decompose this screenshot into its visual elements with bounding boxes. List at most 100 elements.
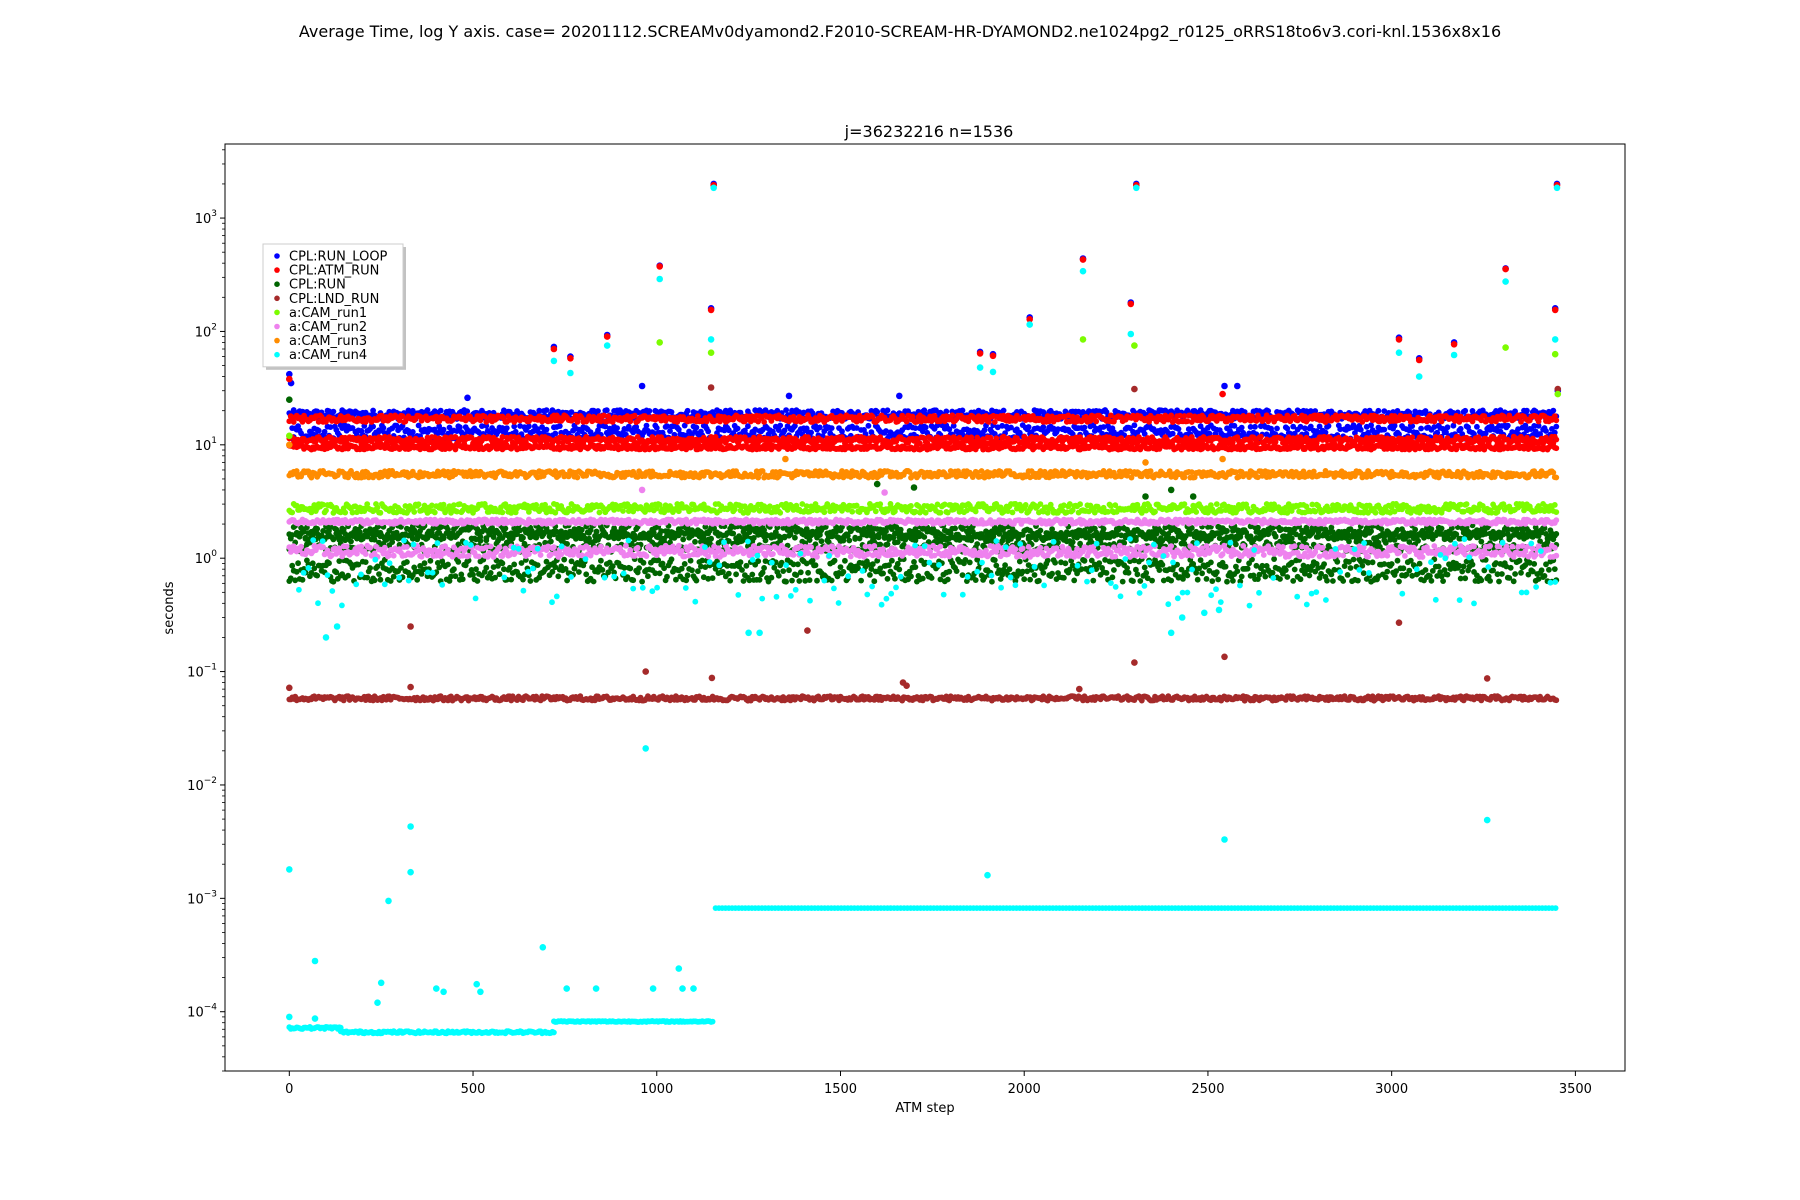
outlier-point [1079,256,1087,263]
data-point [749,571,756,578]
outlier-point [976,350,984,357]
data-point [761,419,767,425]
data-point [880,570,886,577]
data-point [1141,564,1148,571]
data-point [1061,574,1067,581]
data-point [884,575,891,582]
data-point [1238,424,1245,431]
data-point [1553,445,1560,452]
outlier-point [707,306,715,314]
data-point [445,561,451,568]
data-point [1469,418,1476,425]
outlier-point [1395,336,1403,343]
data-point [321,428,328,435]
data-point [1125,569,1132,576]
data-point [451,566,457,573]
data-point [1169,430,1176,437]
data-point [1357,426,1364,433]
data-point [1036,577,1042,584]
data-point [739,567,745,573]
data-point [668,556,675,563]
data-point [645,573,651,580]
data-point [1553,423,1560,430]
data-point [520,576,526,583]
data-point [1000,407,1007,414]
data-point [314,572,321,579]
data-point [684,572,691,579]
data-point [404,559,410,565]
data-point [734,425,741,432]
data-point [1524,407,1530,414]
data-point [380,424,387,431]
data-point [755,558,762,565]
data-point [1474,423,1480,430]
data-point [705,428,712,435]
data-point [496,571,503,578]
data-point [840,569,847,575]
data-point [595,408,601,414]
data-point [959,572,966,578]
data-point [814,577,820,584]
data-point [1071,577,1078,584]
outlier-point [1415,356,1423,364]
data-point [326,560,332,567]
data-point [1040,569,1047,576]
data-point [668,409,675,415]
data-point [376,571,382,577]
data-point [828,425,835,431]
data-point [1175,426,1182,432]
data-point [1368,422,1374,429]
data-point [684,407,691,414]
outlier-point [989,352,997,360]
data-point [966,559,973,566]
data-point [1016,558,1023,565]
data-point [437,407,444,414]
data-point [483,564,490,571]
data-point [487,570,494,576]
data-point [630,577,637,584]
data-point [695,413,701,419]
outlier-point [286,375,293,383]
data-point [1021,576,1028,583]
outlier-point [603,333,611,340]
data-point [1438,418,1445,425]
data-point [817,424,823,431]
data-point [922,424,929,431]
data-point [289,562,296,569]
figure-suptitle: Average Time, log Y axis. case= 20201112… [299,22,1501,42]
data-point [1025,424,1032,430]
data-point [806,577,813,583]
data-point [687,557,694,564]
data-point [371,577,378,584]
data-point [1103,570,1110,576]
data-point [944,576,951,583]
data-point [1090,577,1097,584]
data-point [1197,557,1204,564]
outlier-point [1551,306,1559,314]
data-point [299,576,306,583]
data-point [869,413,876,420]
data-point [1027,576,1033,583]
data-point [614,425,620,431]
data-point [783,407,789,413]
data-point [511,561,518,568]
data-point [871,578,878,585]
data-point [812,562,819,569]
data-point [796,578,803,584]
chart-figure: Average Time, log Y axis. case= 20201112… [0,0,1800,1200]
data-point [896,566,903,573]
data-point [1062,560,1069,567]
data-point [345,572,351,579]
data-point [683,577,690,584]
data-point [761,565,767,571]
data-point [1119,578,1126,585]
data-point [664,573,670,580]
data-point [1462,407,1469,414]
data-point [1002,562,1008,569]
data-point [1149,577,1155,584]
data-point [693,424,700,431]
data-point [786,567,792,574]
data-point [1553,417,1560,424]
data-point [390,573,397,580]
data-point [795,561,801,568]
